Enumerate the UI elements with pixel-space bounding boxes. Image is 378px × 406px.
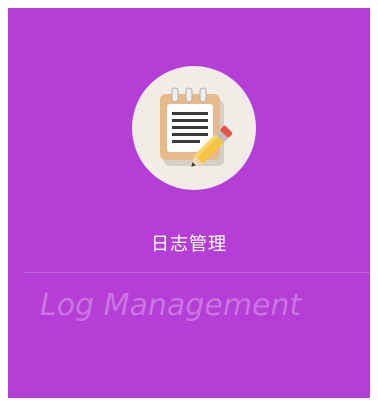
notepad-pencil-icon (160, 87, 233, 167)
tile-title: 日志管理 (151, 234, 227, 255)
log-management-tile[interactable]: 日志管理 Log Management (8, 8, 370, 398)
tile-subtitle: Log Management (40, 288, 302, 323)
notepad-icon-badge (132, 66, 256, 190)
divider (24, 272, 370, 273)
